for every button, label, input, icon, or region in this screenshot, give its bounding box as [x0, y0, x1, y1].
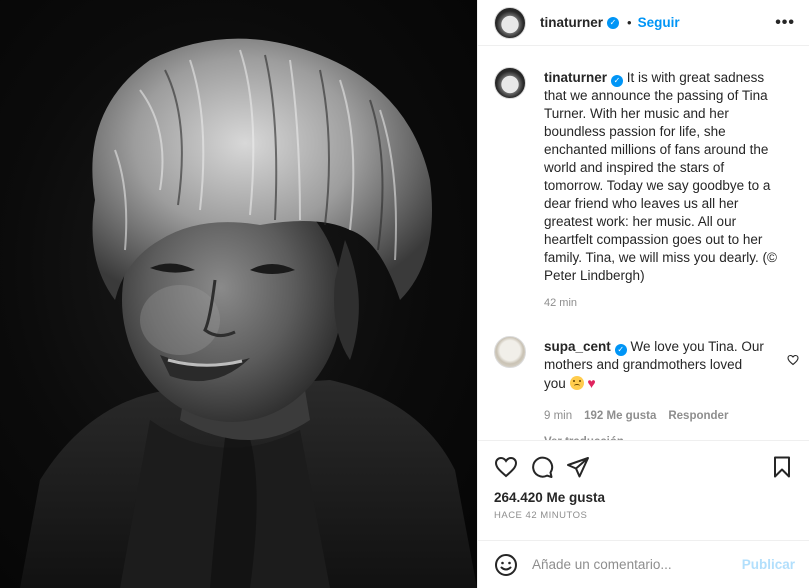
- like-comment-heart-icon[interactable]: [787, 354, 799, 366]
- caption-username[interactable]: tinaturner: [544, 70, 607, 85]
- comment-bubble-icon[interactable]: [530, 455, 554, 479]
- caption-avatar[interactable]: [494, 67, 526, 99]
- separator-dot: •: [627, 15, 632, 30]
- sad-face-emoji-icon: [569, 376, 584, 390]
- red-heart-emoji-icon: ♥: [587, 375, 596, 391]
- verified-badge-icon: ✓: [611, 75, 624, 87]
- more-options-icon[interactable]: •••: [775, 14, 795, 32]
- portrait-image: [20, 38, 477, 588]
- follow-button[interactable]: Seguir: [638, 15, 680, 30]
- post-timestamp: HACE 42 MINUTOS: [494, 510, 588, 521]
- author-avatar[interactable]: [494, 6, 526, 39]
- post-header: tinaturner ✓ • Seguir •••: [478, 0, 809, 46]
- post-side-panel: tinaturner ✓ • Seguir ••• tinaturner ✓ It…: [477, 0, 809, 588]
- comments-section[interactable]: tinaturner ✓ It is with great sadness tha…: [478, 47, 809, 441]
- instagram-post: tinaturner ✓ • Seguir ••• tinaturner ✓ It…: [0, 0, 809, 588]
- commenter-username[interactable]: supa_cent: [544, 339, 611, 354]
- save-bookmark-icon[interactable]: [770, 455, 794, 479]
- like-heart-icon[interactable]: [494, 455, 518, 479]
- verified-badge-icon: ✓: [607, 16, 620, 29]
- action-bar: [494, 455, 794, 481]
- likes-count[interactable]: 264.420 Me gusta: [494, 490, 605, 505]
- caption-body: tinaturner ✓ It is with great sadness tha…: [544, 69, 784, 312]
- post-caption: tinaturner ✓ It is with great sadness tha…: [478, 47, 809, 312]
- see-translation-button[interactable]: Ver traducción: [544, 433, 764, 440]
- emoji-smiley-icon[interactable]: [494, 553, 518, 577]
- comment-item: supa_cent ✓ We love you Tina. Our mothers…: [478, 312, 809, 440]
- share-paper-plane-icon[interactable]: [566, 455, 590, 479]
- caption-text: It is with great sadness that we announc…: [544, 70, 778, 283]
- caption-timestamp[interactable]: 42 min: [544, 294, 784, 312]
- comment-input[interactable]: [532, 557, 742, 572]
- comment-meta: 9 min 192 Me gusta Responder: [544, 407, 764, 425]
- add-comment-bar: Publicar: [478, 540, 809, 588]
- author-username[interactable]: tinaturner: [540, 15, 603, 30]
- verified-badge-icon: ✓: [614, 344, 627, 356]
- commenter-avatar[interactable]: [494, 336, 526, 368]
- comment-body: supa_cent ✓ We love you Tina. Our mothers…: [544, 338, 764, 440]
- post-photo[interactable]: [0, 0, 477, 588]
- comment-timestamp[interactable]: 9 min: [544, 407, 572, 425]
- reply-button[interactable]: Responder: [668, 407, 728, 425]
- comment-likes[interactable]: 192 Me gusta: [584, 407, 656, 425]
- publish-button[interactable]: Publicar: [742, 557, 795, 572]
